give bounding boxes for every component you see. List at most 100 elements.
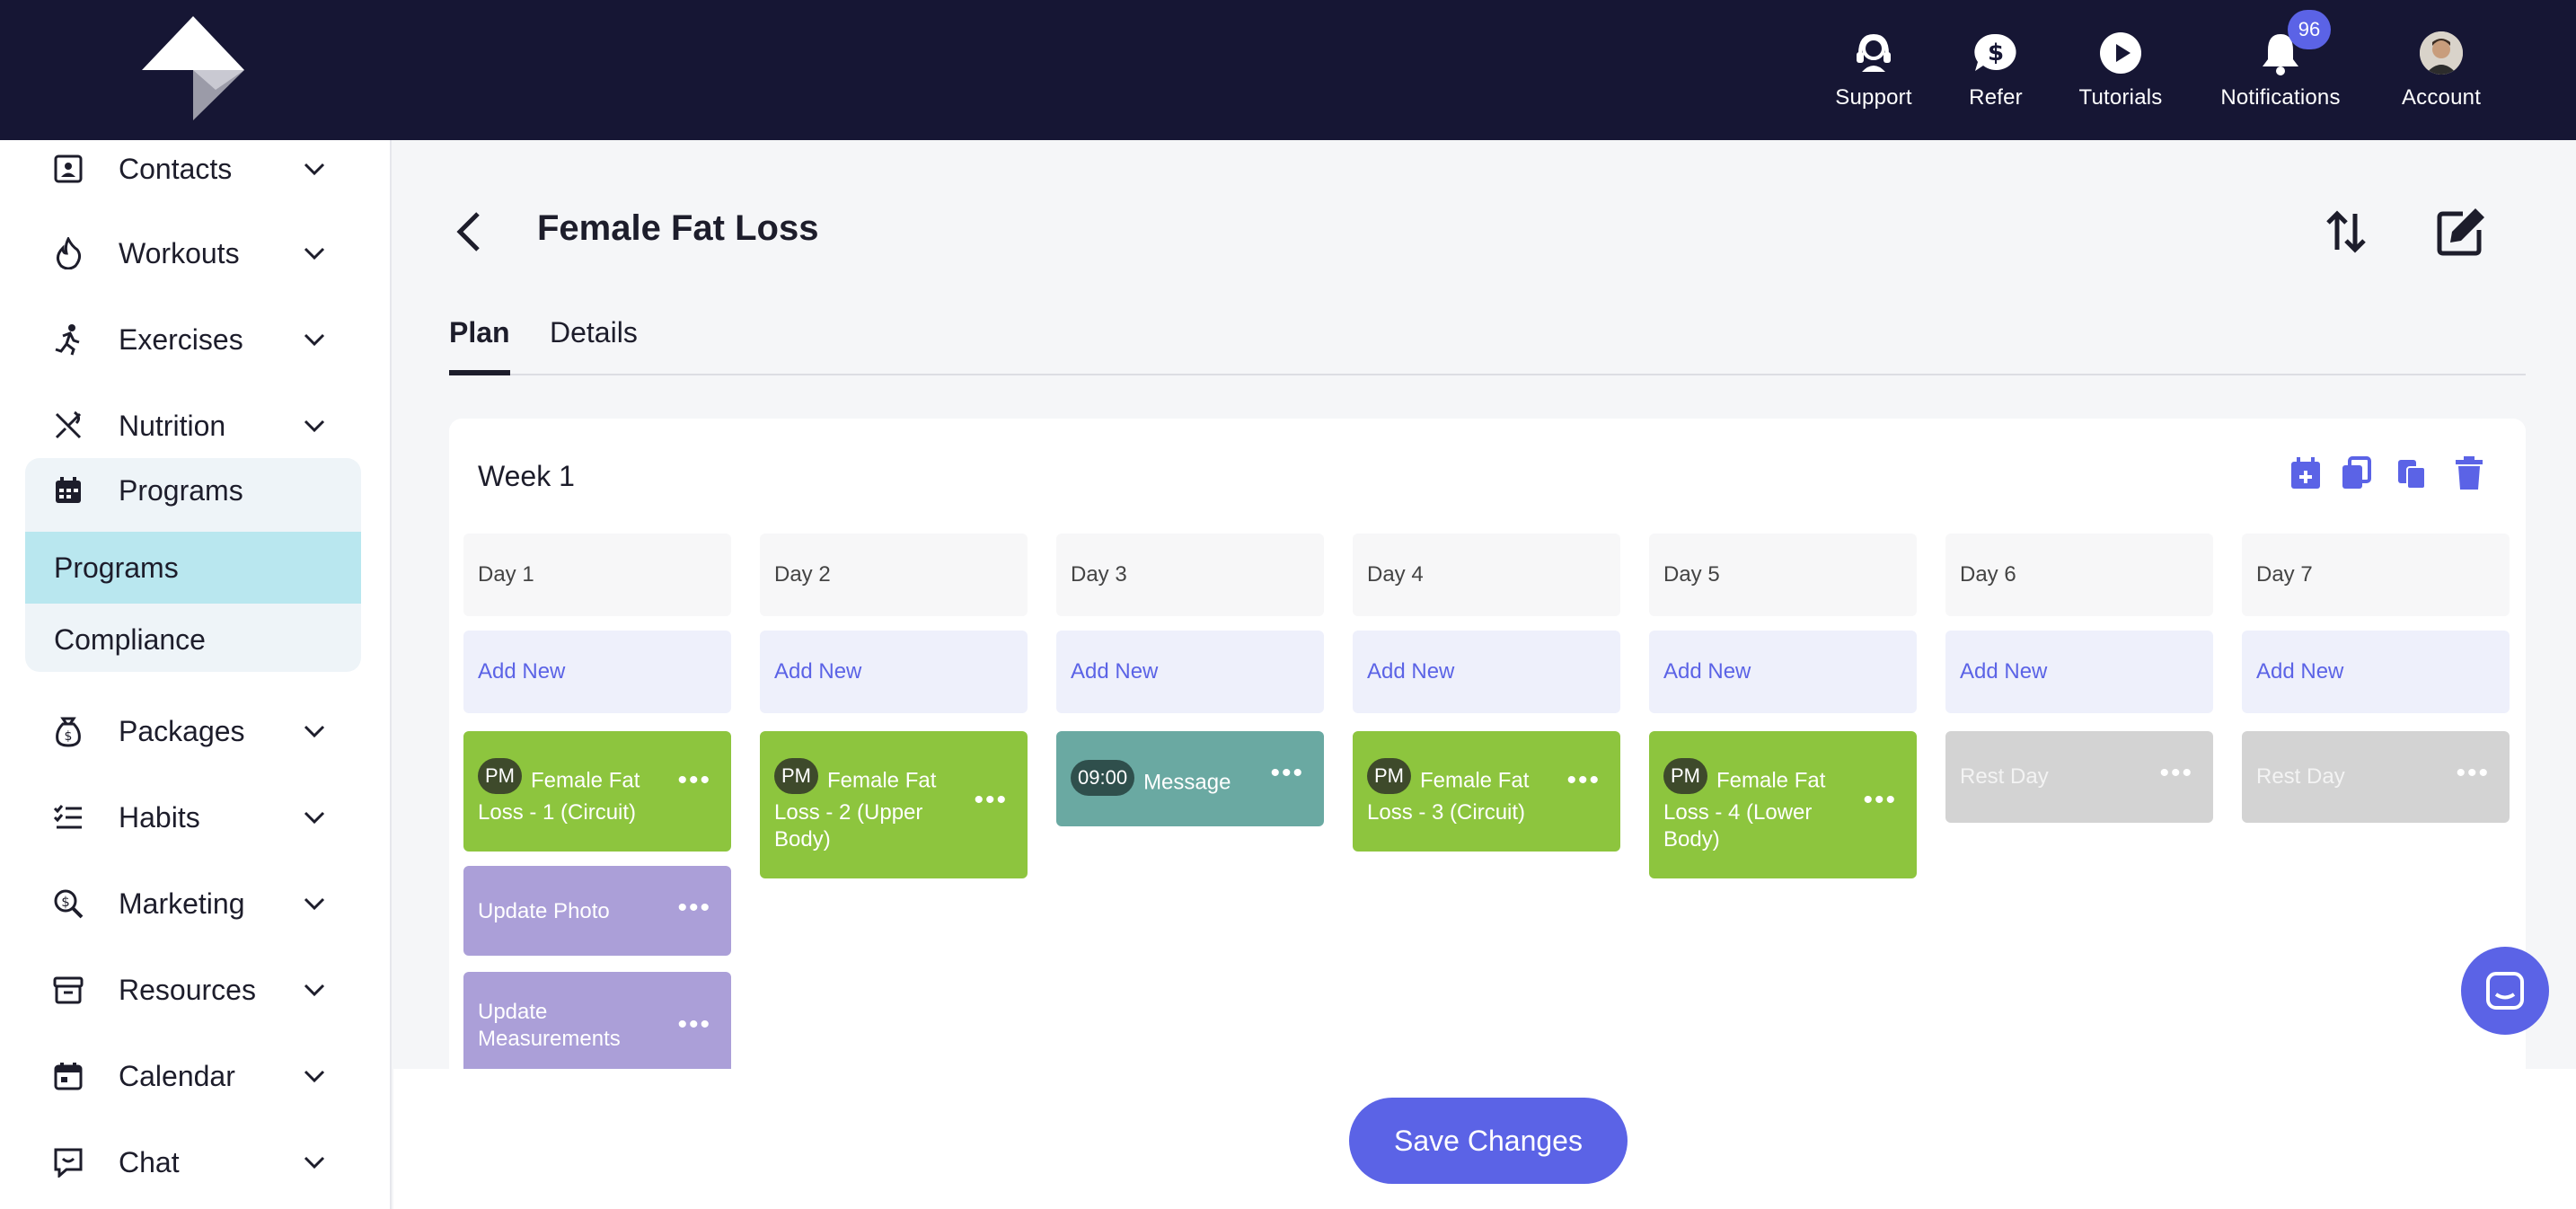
sidebar-item-programs[interactable]: Programs [50, 472, 243, 508]
refer-nav[interactable]: $ Refer [1951, 0, 2041, 140]
sidebar-subitem-programs[interactable]: Programs [25, 532, 361, 604]
avatar [2420, 31, 2463, 75]
sidebar-item-contacts[interactable]: Contacts [50, 142, 329, 196]
copy-icon[interactable] [2337, 454, 2375, 492]
tab-plan[interactable]: Plan [449, 316, 510, 375]
item-title: Message [1143, 770, 1231, 795]
message-card[interactable]: 09:00 Message ••• [1056, 731, 1324, 826]
sidebar-item-exercises[interactable]: Exercises [50, 313, 329, 366]
chevron-down-icon[interactable] [300, 717, 329, 746]
back-arrow-icon[interactable] [449, 207, 489, 257]
sidebar-item-label: Contacts [119, 152, 233, 185]
sidebar-item-label: Resources [119, 973, 256, 1006]
sidebar-item-packages[interactable]: $ Packages [50, 704, 329, 758]
sidebar-item-label: Packages [119, 714, 245, 747]
sidebar-item-chat[interactable]: Chat [50, 1135, 329, 1189]
notifications-label: Notifications [2220, 85, 2341, 110]
chevron-down-icon[interactable] [300, 1148, 329, 1177]
day-header: Day 6 [1945, 534, 2213, 616]
money-bag-icon: $ [50, 713, 86, 749]
chevron-down-icon[interactable] [300, 889, 329, 918]
top-bar: Support $ Refer Tutorials 96 Notificatio… [0, 0, 2576, 140]
chevron-down-icon[interactable] [300, 154, 329, 183]
sidebar-item-calendar[interactable]: Calendar [50, 1049, 329, 1103]
more-options-icon[interactable]: ••• [677, 767, 711, 794]
more-options-icon[interactable]: ••• [1863, 787, 1897, 814]
task-card[interactable]: Update Measurements ••• [463, 972, 731, 1069]
add-new-button[interactable]: Add New [1649, 631, 1917, 713]
more-options-icon[interactable]: ••• [2159, 760, 2193, 787]
sidebar-item-label: Nutrition [119, 409, 226, 442]
sidebar-item-workouts[interactable]: Workouts [50, 226, 329, 280]
sidebar-item-label: Exercises [119, 322, 243, 356]
svg-text:$: $ [61, 894, 70, 910]
workout-card[interactable]: PM Female Fat Loss - 1 (Circuit) ••• [463, 731, 731, 852]
week-card: Week 1 Day 1 Add New PM Female Fat Loss -… [449, 419, 2526, 1069]
workout-card[interactable]: PM Female Fat Loss - 2 (Upper Body) ••• [760, 731, 1028, 878]
sidebar-item-habits[interactable]: Habits [50, 790, 329, 844]
sidebar-item-label: Habits [119, 800, 200, 834]
sidebar-item-resources[interactable]: Resources [50, 963, 329, 1017]
chat-launcher-button[interactable] [2461, 947, 2549, 1035]
sidebar-item-label: Calendar [119, 1059, 235, 1092]
add-new-button[interactable]: Add New [2242, 631, 2510, 713]
sidebar-item-nutrition[interactable]: Nutrition [50, 399, 329, 453]
add-day-calendar-icon[interactable] [2287, 454, 2325, 492]
trash-icon[interactable] [2450, 454, 2488, 492]
bell-icon: 96 [2257, 10, 2331, 76]
contact-card-icon [50, 151, 86, 187]
day-header: Day 4 [1353, 534, 1620, 616]
svg-text:$: $ [65, 729, 73, 744]
day-header: Day 2 [760, 534, 1028, 616]
account-nav[interactable]: Account [2396, 0, 2486, 140]
more-options-icon[interactable]: ••• [2456, 760, 2490, 787]
more-options-icon[interactable]: ••• [677, 1011, 711, 1038]
paste-icon[interactable] [2393, 454, 2430, 492]
task-card[interactable]: Update Photo ••• [463, 866, 731, 956]
chevron-down-icon[interactable] [300, 411, 329, 440]
edit-icon[interactable] [2434, 205, 2488, 259]
time-pill: 09:00 [1071, 760, 1135, 796]
rest-day-card[interactable]: Rest Day ••• [1945, 731, 2213, 823]
chevron-down-icon[interactable] [300, 975, 329, 1004]
chat-launcher-icon [2486, 972, 2524, 1010]
add-new-button[interactable]: Add New [760, 631, 1028, 713]
sidebar-item-label: Workouts [119, 236, 240, 269]
more-options-icon[interactable]: ••• [677, 895, 711, 922]
tutorials-label: Tutorials [2078, 85, 2163, 110]
add-new-button[interactable]: Add New [1056, 631, 1324, 713]
support-headset-icon [1850, 30, 1897, 76]
sidebar-item-marketing[interactable]: $ Marketing [50, 877, 329, 931]
notification-count-badge: 96 [2288, 10, 2331, 49]
more-options-icon[interactable]: ••• [974, 787, 1008, 814]
notifications-nav[interactable]: 96 Notifications [2213, 0, 2348, 140]
chevron-down-icon[interactable] [300, 239, 329, 268]
add-new-button[interactable]: Add New [1353, 631, 1620, 713]
tutorials-nav[interactable]: Tutorials [2069, 0, 2172, 140]
calendar-grid-icon [50, 472, 86, 508]
sidebar-subitem-compliance[interactable]: Compliance [25, 604, 361, 672]
sidebar-item-label: Marketing [119, 887, 245, 920]
tab-details[interactable]: Details [550, 316, 638, 375]
flame-icon [50, 235, 86, 271]
page-title: Female Fat Loss [537, 208, 819, 248]
more-options-icon[interactable]: ••• [1270, 760, 1304, 787]
day-header: Day 5 [1649, 534, 1917, 616]
workout-card[interactable]: PM Female Fat Loss - 3 (Circuit) ••• [1353, 731, 1620, 852]
rest-day-card[interactable]: Rest Day ••• [2242, 731, 2510, 823]
chevron-down-icon[interactable] [300, 325, 329, 354]
workout-card[interactable]: PM Female Fat Loss - 4 (Lower Body) ••• [1649, 731, 1917, 878]
add-new-button[interactable]: Add New [1945, 631, 2213, 713]
sort-arrows-icon[interactable] [2319, 205, 2373, 259]
save-changes-button[interactable]: Save Changes [1349, 1098, 1628, 1184]
chevron-down-icon[interactable] [300, 1062, 329, 1090]
play-circle-icon [2097, 30, 2144, 76]
brand-logo[interactable] [135, 13, 251, 124]
more-options-icon[interactable]: ••• [1566, 767, 1601, 794]
refer-label: Refer [1969, 85, 2023, 110]
support-nav[interactable]: Support [1829, 0, 1919, 140]
chevron-down-icon[interactable] [300, 803, 329, 832]
add-new-button[interactable]: Add New [463, 631, 731, 713]
day-header: Day 3 [1056, 534, 1324, 616]
item-title: Rest Day [1960, 764, 2049, 789]
